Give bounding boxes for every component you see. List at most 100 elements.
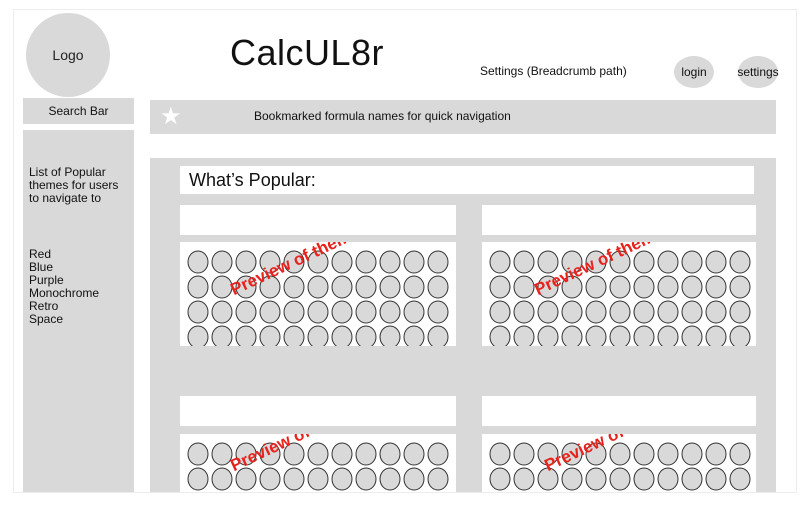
calc-button-placeholder (657, 250, 679, 274)
card-label-3[interactable] (180, 396, 456, 426)
calc-button-placeholder (681, 300, 703, 324)
calc-button-placeholder (537, 325, 559, 346)
calc-button-placeholder (633, 442, 655, 466)
calc-button-placeholder (235, 300, 257, 324)
calc-button-placeholder (633, 325, 655, 346)
calc-button-placeholder (585, 467, 607, 491)
calc-button-placeholder (705, 250, 727, 274)
calc-button-placeholder (307, 300, 329, 324)
calc-button-placeholder (729, 442, 751, 466)
calc-button-placeholder (489, 300, 511, 324)
calc-button-placeholder (513, 300, 535, 324)
calc-button-placeholder (187, 250, 209, 274)
calc-button-placeholder (513, 467, 535, 491)
theme-preview-4[interactable]: Preview of theme (482, 434, 756, 492)
calc-button-placeholder (355, 325, 377, 346)
card-label-1[interactable] (180, 205, 456, 235)
star-icon[interactable]: ★ (160, 105, 182, 129)
calc-button-placeholder (355, 300, 377, 324)
calc-button-placeholder (705, 467, 727, 491)
calc-button-placeholder (379, 275, 401, 299)
theme-item-space[interactable]: Space (29, 313, 99, 326)
login-button[interactable]: login (674, 56, 714, 88)
calc-button-placeholder (379, 300, 401, 324)
breadcrumb[interactable]: Settings (Breadcrumb path) (480, 64, 627, 78)
theme-preview-2[interactable]: Preview of theme (482, 242, 756, 346)
calc-button-placeholder (211, 250, 233, 274)
logo[interactable]: Logo (26, 13, 110, 97)
calc-button-placeholder (489, 275, 511, 299)
calc-button-placeholder (283, 467, 305, 491)
calc-button-placeholder (513, 325, 535, 346)
calc-button-placeholder (331, 467, 353, 491)
calc-button-placeholder (705, 300, 727, 324)
calc-button-placeholder (331, 325, 353, 346)
calc-button-placeholder (657, 467, 679, 491)
calc-button-placeholder (331, 275, 353, 299)
calc-button-placeholder (427, 325, 449, 346)
calc-button-placeholder (489, 325, 511, 346)
search-bar[interactable]: Search Bar (23, 98, 134, 124)
calc-button-placeholder (379, 442, 401, 466)
sidebar-intro: List of Popular themes for users to navi… (29, 165, 119, 205)
calc-button-placeholder (187, 300, 209, 324)
calc-button-placeholder (681, 250, 703, 274)
calc-button-placeholder (379, 467, 401, 491)
calc-button-placeholder (633, 467, 655, 491)
calc-button-placeholder (489, 442, 511, 466)
bookmarks-text: Bookmarked formula names for quick navig… (254, 109, 511, 123)
search-bar-label: Search Bar (48, 104, 109, 118)
bookmarks-bar[interactable]: ★ Bookmarked formula names for quick nav… (150, 100, 776, 134)
calc-button-placeholder (307, 467, 329, 491)
calc-button-placeholder (609, 325, 631, 346)
calc-button-placeholder (187, 275, 209, 299)
sidebar: List of Popular themes for users to navi… (23, 130, 134, 492)
calc-button-placeholder (187, 442, 209, 466)
card-label-4[interactable] (482, 396, 756, 426)
calc-button-placeholder (403, 325, 425, 346)
calc-button-placeholder (657, 325, 679, 346)
calc-button-placeholder (633, 300, 655, 324)
calc-button-placeholder (609, 275, 631, 299)
calc-button-placeholder (355, 442, 377, 466)
calc-button-placeholder (283, 300, 305, 324)
calc-button-placeholder (187, 467, 209, 491)
card-label-2[interactable] (482, 205, 756, 235)
calc-button-placeholder (307, 275, 329, 299)
calc-button-placeholder (355, 275, 377, 299)
calc-button-placeholder (585, 275, 607, 299)
theme-list: Red Blue Purple Monochrome Retro Space (29, 248, 99, 326)
app-title: CalcUL8r (230, 32, 385, 73)
calc-button-placeholder (427, 442, 449, 466)
calc-button-grid (187, 442, 449, 491)
calc-button-placeholder (633, 275, 655, 299)
logo-label: Logo (52, 47, 84, 63)
calc-button-placeholder (259, 325, 281, 346)
calc-button-placeholder (211, 325, 233, 346)
calc-button-placeholder (657, 275, 679, 299)
calc-button-placeholder (609, 300, 631, 324)
settings-button[interactable]: settings (737, 56, 779, 88)
calc-button-placeholder (681, 275, 703, 299)
calc-button-placeholder (355, 250, 377, 274)
calc-button-placeholder (403, 275, 425, 299)
calc-button-placeholder (283, 325, 305, 346)
calc-button-placeholder (729, 467, 751, 491)
calc-button-placeholder (331, 442, 353, 466)
calc-button-placeholder (259, 467, 281, 491)
theme-preview-3[interactable]: Preview of theme (180, 434, 456, 492)
calc-button-placeholder (681, 325, 703, 346)
wireframe-frame: Logo CalcUL8r Settings (Breadcrumb path)… (13, 9, 797, 493)
calc-button-placeholder (681, 442, 703, 466)
calc-button-placeholder (403, 442, 425, 466)
calc-button-placeholder (427, 275, 449, 299)
calc-button-placeholder (513, 250, 535, 274)
calc-button-placeholder (283, 275, 305, 299)
calc-button-placeholder (259, 300, 281, 324)
calc-button-placeholder (211, 300, 233, 324)
theme-preview-1[interactable]: Preview of theme (180, 242, 456, 346)
settings-label: settings (737, 65, 779, 79)
calc-button-placeholder (489, 250, 511, 274)
popular-title: What’s Popular: (180, 166, 754, 194)
calc-button-placeholder (657, 442, 679, 466)
